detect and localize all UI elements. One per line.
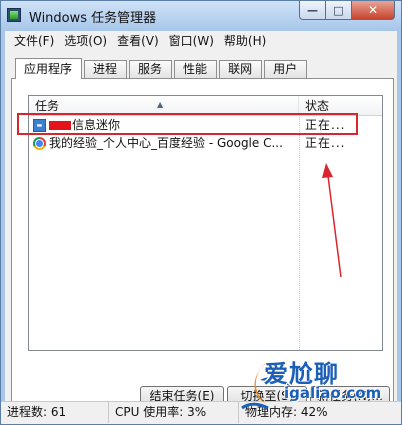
tab-performance[interactable]: 性能 — [174, 60, 218, 78]
task-row[interactable]: ▬ 信息迷你 正在... — [30, 117, 381, 134]
tab-networking[interactable]: 联网 — [219, 60, 263, 78]
chrome-icon — [33, 137, 46, 150]
maximize-button[interactable]: □ — [325, 1, 351, 20]
menu-bar: 文件(F) 选项(O) 查看(V) 窗口(W) 帮助(H) — [5, 31, 397, 51]
tab-users[interactable]: 用户 — [264, 60, 308, 78]
close-button[interactable]: ✕ — [351, 1, 395, 20]
task-list[interactable]: 任务 ▲ 状态 ▬ 信息迷你 正在... 我的经验_个人中心_百度经验 - Go… — [28, 95, 383, 351]
task-row[interactable]: 我的经验_个人中心_百度经验 - Google C... 正在... — [30, 135, 381, 152]
sort-ascending-icon: ▲ — [157, 100, 164, 109]
column-header-task-label: 任务 — [35, 99, 60, 113]
menu-options[interactable]: 选项(O) — [59, 31, 112, 51]
process-count: 进程数: 61 — [1, 402, 109, 423]
caption-buttons: — □ ✕ — [299, 1, 395, 20]
menu-window[interactable]: 窗口(W) — [164, 31, 219, 51]
window-title: Windows 任务管理器 — [29, 11, 157, 26]
tab-processes[interactable]: 进程 — [84, 60, 128, 78]
task-status: 正在... — [305, 118, 346, 132]
tab-applications[interactable]: 应用程序 — [15, 58, 83, 79]
column-header-status-label: 状态 — [305, 99, 330, 113]
task-name: 我的经验_个人中心_百度经验 - Google C... — [49, 136, 283, 150]
menu-help[interactable]: 帮助(H) — [219, 31, 271, 51]
task-name: 信息迷你 — [49, 117, 297, 134]
task-name-text: 信息迷你 — [72, 118, 121, 132]
tab-strip: 应用程序 进程 服务 性能 联网 用户 — [15, 58, 309, 79]
applications-page: 任务 ▲ 状态 ▬ 信息迷你 正在... 我的经验_个人中心_百度经验 - Go… — [11, 78, 394, 407]
task-status: 正在... — [305, 136, 346, 150]
redaction-mark — [49, 121, 71, 130]
app-window-icon: ▬ — [33, 119, 46, 132]
task-manager-icon — [7, 8, 21, 22]
cpu-usage: CPU 使用率: 3% — [109, 402, 239, 423]
list-header: 任务 ▲ 状态 — [29, 96, 382, 116]
minimize-button[interactable]: — — [299, 1, 325, 20]
menu-view[interactable]: 查看(V) — [112, 31, 164, 51]
status-bar: 进程数: 61 CPU 使用率: 3% 物理内存: 42% — [1, 401, 401, 424]
client-area: 应用程序 进程 服务 性能 联网 用户 任务 ▲ 状态 ▬ 信息迷你 正在...… — [5, 51, 397, 407]
column-header-task[interactable]: 任务 ▲ — [29, 96, 299, 115]
menu-file[interactable]: 文件(F) — [9, 31, 59, 51]
memory-usage: 物理内存: 42% — [245, 405, 328, 419]
column-header-status[interactable]: 状态 — [299, 96, 382, 115]
tab-services[interactable]: 服务 — [129, 60, 173, 78]
title-bar[interactable]: Windows 任务管理器 — □ ✕ — [1, 1, 401, 31]
task-manager-window: Windows 任务管理器 — □ ✕ 文件(F) 选项(O) 查看(V) 窗口… — [0, 0, 402, 425]
